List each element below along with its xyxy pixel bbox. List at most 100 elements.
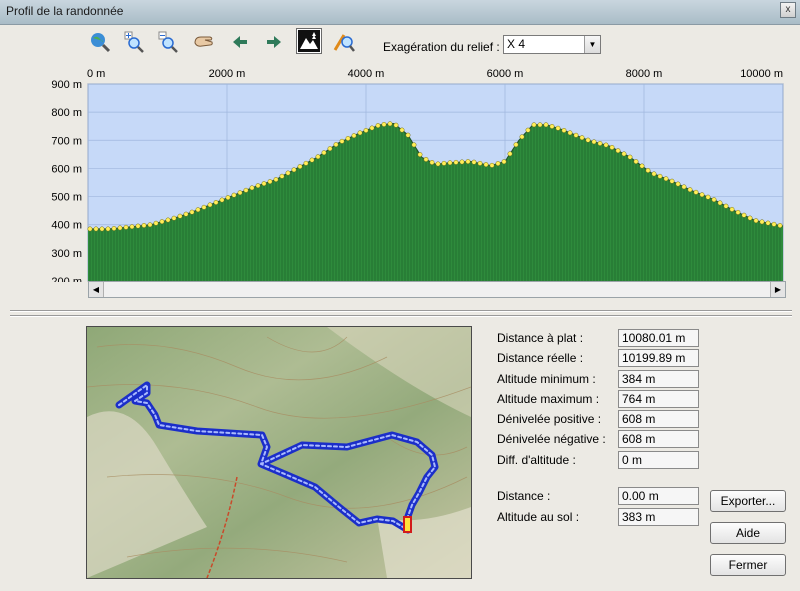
elevation-point <box>303 160 309 166</box>
zoom-out-icon[interactable] <box>156 30 180 54</box>
relief-exaggeration-label: Exagération du relief : <box>383 40 500 54</box>
stat-label: Altitude maximum : <box>497 392 600 406</box>
elevation-point <box>159 219 165 225</box>
stat-value: 608 m <box>618 410 699 428</box>
elevation-point <box>291 167 297 173</box>
elevation-point <box>711 197 717 203</box>
position-marker <box>403 516 412 533</box>
stat-value: 608 m <box>618 430 699 448</box>
elevation-point <box>237 190 243 196</box>
elevation-point <box>213 199 219 205</box>
position-value: 383 m <box>618 508 699 526</box>
arrow-right-icon[interactable] <box>262 30 286 54</box>
elevation-point <box>717 200 723 206</box>
elevation-point <box>675 181 681 187</box>
elevation-point <box>177 213 183 219</box>
elevation-point <box>345 136 351 141</box>
terrain-view-icon[interactable] <box>296 28 322 54</box>
elevation-point <box>465 159 471 164</box>
elevation-point <box>753 218 759 224</box>
x-tick-label: 4000 m <box>348 68 385 80</box>
elevation-point <box>645 168 651 173</box>
elevation-point <box>369 125 375 131</box>
elevation-point <box>231 192 237 198</box>
y-tick-label: 200 m <box>51 276 82 282</box>
y-tick-label: 800 m <box>51 107 82 119</box>
stat-label: Diff. d'altitude : <box>497 453 576 467</box>
profile-window: Profil de la randonnée x Exagération du … <box>0 0 800 591</box>
divider <box>10 315 792 317</box>
elevation-point <box>537 122 543 128</box>
zoom-in-icon[interactable] <box>122 30 146 54</box>
chevron-down-icon[interactable]: ▼ <box>584 36 600 53</box>
elevation-point <box>201 204 207 210</box>
elevation-point <box>585 137 591 143</box>
elevation-point <box>297 164 303 169</box>
elevation-point <box>285 170 291 176</box>
elevation-point <box>669 178 675 184</box>
elevation-point <box>573 132 579 138</box>
elevation-point <box>699 192 705 198</box>
relief-exaggeration-select[interactable]: X 4 ▼ <box>503 35 601 54</box>
elevation-point <box>375 123 381 129</box>
window-title: Profil de la randonnée <box>6 4 124 18</box>
route-map[interactable] <box>86 326 472 579</box>
elevation-point <box>483 162 489 168</box>
elevation-point <box>93 226 99 232</box>
elevation-point <box>357 130 363 136</box>
elevation-point <box>735 209 741 215</box>
elevation-point <box>243 187 249 193</box>
elevation-point <box>327 146 333 152</box>
measure-zoom-icon[interactable] <box>332 30 356 54</box>
stat-value: 0 m <box>618 451 699 469</box>
arrow-left-icon[interactable] <box>228 30 252 54</box>
hand-pan-icon[interactable] <box>192 30 216 54</box>
elevation-point <box>555 125 561 131</box>
elevation-point <box>489 162 495 168</box>
close-button[interactable]: Fermer <box>710 554 786 576</box>
elevation-point <box>123 224 129 230</box>
elevation-point <box>153 220 159 226</box>
close-window-button[interactable]: x <box>780 2 796 18</box>
elevation-point <box>435 161 441 167</box>
stat-value: 10080.01 m <box>618 329 699 347</box>
elevation-point <box>189 209 195 215</box>
x-tick-label: 6000 m <box>487 68 524 80</box>
elevation-point <box>777 223 783 228</box>
profile-svg[interactable]: 900 m 800 m 700 m 600 m 500 m 400 m 300 m 200 m… <box>0 62 800 288</box>
stat-label: Altitude minimum : <box>497 372 596 386</box>
elevation-point <box>525 127 531 133</box>
elevation-point <box>117 225 123 231</box>
profile-scrollbar[interactable]: ◀ ▶ <box>88 281 786 298</box>
export-button[interactable]: Exporter... <box>710 490 786 512</box>
elevation-point <box>195 207 201 213</box>
elevation-point <box>597 140 603 146</box>
elevation-point <box>687 187 693 193</box>
elevation-point <box>321 150 327 156</box>
elevation-point <box>765 220 771 226</box>
scroll-right-icon[interactable]: ▶ <box>770 282 785 297</box>
elevation-point <box>171 215 177 221</box>
elevation-point <box>309 157 315 163</box>
elevation-point <box>135 223 141 229</box>
elevation-point <box>387 121 393 127</box>
elevation-point <box>561 127 567 133</box>
scroll-left-icon[interactable]: ◀ <box>89 282 104 297</box>
elevation-point <box>447 160 453 166</box>
elevation-point <box>165 217 171 223</box>
help-button[interactable]: Aide <box>710 522 786 544</box>
elevation-point <box>183 211 189 217</box>
globe-zoom-icon[interactable] <box>88 30 112 54</box>
elevation-point <box>111 225 117 231</box>
elevation-point <box>663 176 669 182</box>
position-value: 0.00 m <box>618 487 699 505</box>
elevation-point <box>141 222 147 228</box>
elevation-point <box>399 127 405 133</box>
y-tick-label: 300 m <box>51 248 82 260</box>
y-tick-label: 600 m <box>51 163 82 175</box>
y-tick-label: 700 m <box>51 135 82 147</box>
relief-exaggeration-value: X 4 <box>507 37 526 51</box>
elevation-point <box>609 144 615 150</box>
elevation-point <box>99 226 105 232</box>
elevation-point <box>603 142 609 148</box>
